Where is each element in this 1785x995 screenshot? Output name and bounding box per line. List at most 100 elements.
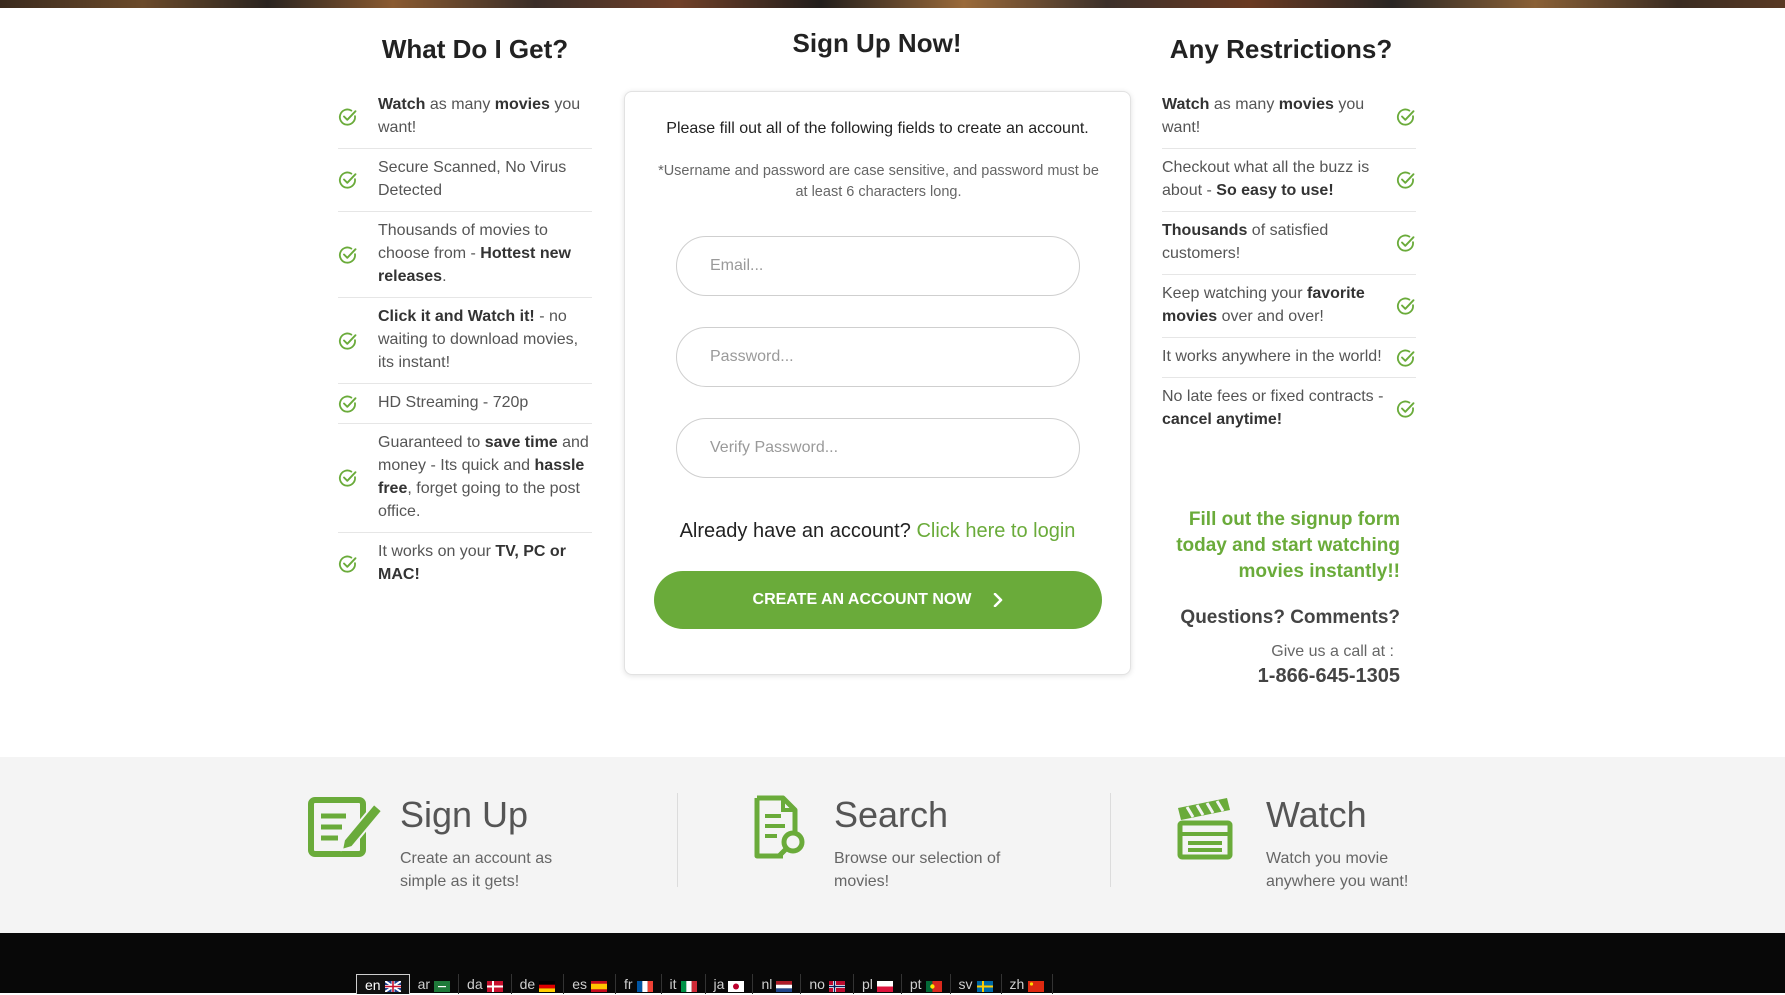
feature-item: It works on your TV, PC or MAC! [338,533,592,595]
language-option-de[interactable]: de [512,974,565,994]
feature-text: over and over! [1217,308,1324,325]
check-circle-icon [1396,296,1416,316]
language-code: it [669,976,677,992]
footer: en ar da de es fr it ja nl no pl pt sv zh [0,933,1785,994]
feature-text: Click it and Watch it! [378,308,535,325]
flag-ar-icon [434,979,451,992]
check-circle-icon [1396,107,1416,127]
language-option-ar[interactable]: ar [410,974,460,994]
phone-number: 1-866-645-1305 [1257,665,1400,687]
feature-text: Keep watching your [1162,285,1307,302]
create-account-label: CREATE AN ACCOUNT NOW [752,591,972,608]
restrictions-list: Watch as many movies you want! Checkout w… [1162,86,1416,440]
feature-text: So easy to use! [1216,182,1334,199]
document-search-icon [754,795,805,859]
flag-en-icon [384,979,402,993]
check-circle-icon [1396,399,1416,419]
password-field[interactable] [676,327,1080,387]
check-circle-icon [338,331,358,351]
language-option-no[interactable]: no [801,974,854,994]
feature-item: Thousands of movies to choose from - Hot… [338,212,592,298]
language-code: es [572,976,587,992]
language-code: de [519,976,536,992]
call-label: Give us a call at : [1271,643,1394,660]
language-option-sv[interactable]: sv [951,974,1002,994]
verify-password-field[interactable] [676,418,1080,478]
feature-item: Checkout what all the buzz is about - So… [1162,149,1416,212]
chevron-right-icon [994,593,1003,607]
language-code: no [809,976,825,992]
feature-text: as many [1209,96,1279,113]
feature-text: movies [494,96,550,113]
feature-text: It works anywhere in the world! [1162,348,1382,365]
feature-item: Thousands of satisfied customers! [1162,212,1416,275]
flag-fr-icon [636,979,653,992]
email-field[interactable] [676,236,1080,296]
language-code: pt [909,976,922,992]
flag-ja-icon [728,979,745,992]
check-circle-icon [338,107,358,127]
step-description: Watch you movie anywhere you want! [1266,850,1409,890]
feature-text: save time [484,434,558,451]
language-option-nl[interactable]: nl [753,974,802,994]
language-code: zh [1009,976,1025,992]
feature-item: Watch as many movies you want! [1162,86,1416,149]
login-prompt-line: Already have an account? Click here to l… [625,520,1130,543]
flag-zh-icon [1028,979,1045,992]
flag-es-icon [590,979,607,992]
language-selector: en ar da de es fr it ja nl no pl pt sv zh [356,974,1054,994]
feature-text: Watch [378,96,426,113]
language-option-it[interactable]: it [662,974,706,994]
feature-text: Guaranteed to [378,434,485,451]
feature-text: Thousands [1162,222,1248,239]
feature-item: Keep watching your favorite movies over … [1162,275,1416,338]
check-circle-icon [338,170,358,190]
feature-item: It works anywhere in the world! [1162,338,1416,378]
language-code: ja [713,976,725,992]
restrictions-title: Any Restrictions? [1169,34,1393,64]
step-divider [1110,793,1111,887]
language-option-fr[interactable]: fr [616,974,662,994]
feature-text: No late fees or fixed contracts - [1162,388,1384,405]
check-circle-icon [338,245,358,265]
feature-text: , forget going to the post office. [378,480,580,520]
language-option-es[interactable]: es [564,974,616,994]
form-intro: Please fill out all of the following fie… [666,120,1089,137]
language-code: fr [623,976,633,992]
step-divider [677,793,678,887]
login-link[interactable]: Click here to login [916,520,1075,542]
language-code: da [467,976,483,992]
benefits-title: What Do I Get? [381,34,569,64]
how-it-works-section: Sign Up Create an account as simple as i… [0,757,1785,933]
feature-item: Click it and Watch it! - no waiting to d… [338,298,592,384]
flag-da-icon [486,979,503,992]
check-circle-icon [1396,348,1416,368]
language-option-ja[interactable]: ja [706,974,754,994]
feature-text: HD Streaming - 720p [378,394,529,411]
language-option-pl[interactable]: pl [854,974,902,994]
feature-item: Guaranteed to save time and money - Its … [338,424,592,533]
language-code: ar [417,976,431,992]
language-option-en[interactable]: en [356,974,410,994]
language-code: sv [958,976,973,992]
login-prompt: Already have an account? [679,520,911,542]
step-title: Search [834,794,949,835]
language-option-zh[interactable]: zh [1002,974,1054,994]
flag-nl-icon [776,979,793,992]
step-title: Sign Up [400,794,529,835]
language-option-pt[interactable]: pt [902,974,951,994]
feature-text: as many [425,96,495,113]
feature-item: No late fees or fixed contracts - cancel… [1162,378,1416,440]
create-account-button[interactable]: CREATE AN ACCOUNT NOW [654,571,1102,629]
flag-no-icon [828,979,845,992]
clapperboard-icon [1177,798,1233,860]
step-description: Create an account as simple as it gets! [400,850,553,890]
feature-text: It works on your [378,543,496,560]
feature-text: Secure Scanned, No Virus Detected [378,159,567,199]
signup-cta-text: Fill out the signup form today and start… [1176,509,1400,582]
language-option-da[interactable]: da [459,974,512,994]
feature-text: movies [1278,96,1334,113]
feature-text: cancel anytime! [1162,411,1283,428]
signup-pencil-icon [308,797,384,857]
flag-de-icon [539,979,556,992]
